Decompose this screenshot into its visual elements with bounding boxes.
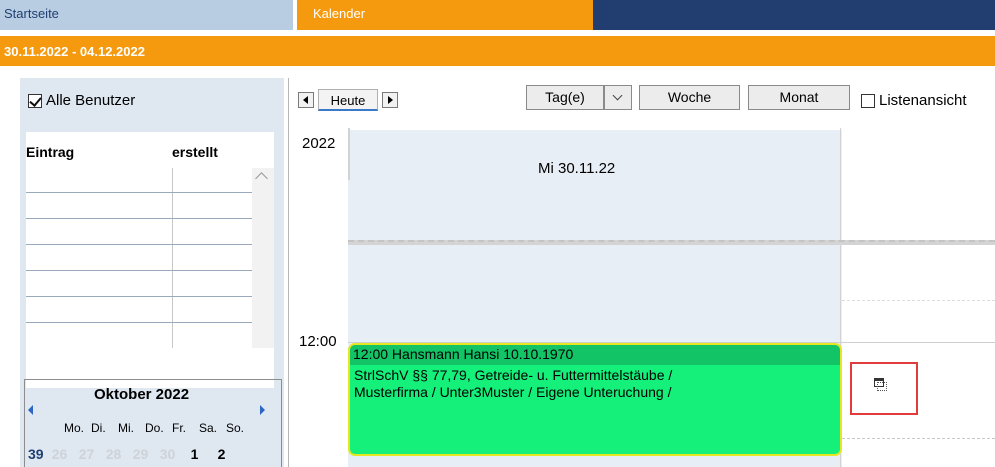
tage-dropdown-button[interactable] <box>604 85 632 110</box>
calendar-entry-icon[interactable] <box>874 378 887 391</box>
time-label: 12:00 <box>299 333 337 350</box>
calendar-day[interactable]: 29 <box>127 443 154 465</box>
weekday-label: Fr. <box>172 421 186 435</box>
all-day-separator[interactable] <box>348 240 995 245</box>
weekday-label: Sa. <box>199 421 218 435</box>
next-month-icon[interactable] <box>260 405 265 415</box>
monat-button[interactable]: Monat <box>748 85 850 110</box>
date-range-bar: 30.11.2022 - 04.12.2022 <box>0 36 995 66</box>
date-navigation: Heute <box>298 89 398 111</box>
next-arrow-icon[interactable] <box>382 92 398 108</box>
highlight-box <box>850 362 918 415</box>
entry-table: Eintrag erstellt <box>26 132 274 388</box>
week-number[interactable]: 39 <box>24 443 46 465</box>
tage-button[interactable]: Tag(e) <box>526 85 604 110</box>
appointment-title[interactable]: 12:00 Hansmann Hansi 10.10.1970 <box>350 345 840 365</box>
appointment-line: Musterfirma / Unter3Muster / Eigene Unte… <box>354 384 672 400</box>
left-panel: Alle Benutzer Eintrag erstellt Oktober 2… <box>20 78 284 467</box>
appointment-block[interactable]: 12:00 Hansmann Hansi 10.10.1970 StrlSchV… <box>348 343 842 456</box>
calendar-day[interactable]: 26 <box>46 443 73 465</box>
weekday-header-row: Mo. Di. Mi. Do. Fr. Sa. So. <box>64 421 253 435</box>
day-column-left-border <box>348 128 350 180</box>
calendar-week-row: 39 26 27 28 29 30 1 2 <box>24 443 282 467</box>
half-hour-line <box>842 438 995 439</box>
calendar-day[interactable]: 28 <box>100 443 127 465</box>
alle-benutzer-label: Alle Benutzer <box>46 92 136 109</box>
checkbox-unchecked-icon[interactable] <box>861 93 875 108</box>
mini-calendar-month: Oktober 2022 <box>94 386 190 403</box>
calendar-day[interactable]: 27 <box>73 443 100 465</box>
icon-selection-part <box>877 382 887 391</box>
top-tab-bar: Startseite Kalender <box>0 0 995 30</box>
listenansicht-label: Listenansicht <box>879 92 967 109</box>
weekday-label: Mi. <box>118 421 134 435</box>
time-grid-line <box>842 300 995 301</box>
table-row[interactable] <box>26 192 252 193</box>
day-column-top-border <box>348 128 842 130</box>
weekday-label: So. <box>226 421 245 435</box>
listenansicht-checkbox[interactable]: Listenansicht <box>861 92 967 109</box>
pane-divider[interactable] <box>288 78 289 467</box>
heute-button[interactable]: Heute <box>318 89 378 111</box>
chevron-down-icon <box>612 90 623 101</box>
table-row[interactable] <box>26 244 252 245</box>
woche-button[interactable]: Woche <box>639 85 740 110</box>
column-divider <box>172 168 173 348</box>
appointment-details[interactable]: StrlSchV §§ 77,79, Getreide- u. Futtermi… <box>354 367 834 401</box>
calendar-day[interactable]: 2 <box>208 443 235 465</box>
mini-calendar: Oktober 2022 Mo. Di. Mi. Do. Fr. Sa. So.… <box>24 379 284 467</box>
prev-month-icon[interactable] <box>28 405 33 415</box>
appointment-line: StrlSchV §§ 77,79, Getreide- u. Futtermi… <box>354 367 673 383</box>
column-header-eintrag[interactable]: Eintrag <box>26 144 74 160</box>
column-header-erstellt[interactable]: erstellt <box>172 144 218 160</box>
weekday-label: Mo. <box>64 421 85 435</box>
table-row[interactable] <box>26 270 252 271</box>
table-row[interactable] <box>26 322 252 323</box>
table-row[interactable] <box>26 296 252 297</box>
checkbox-checked-icon[interactable] <box>28 93 42 108</box>
tab-startseite[interactable]: Startseite <box>0 0 293 30</box>
scroll-up-icon[interactable] <box>255 172 268 185</box>
calendar-day[interactable]: 1 <box>181 443 208 465</box>
previous-arrow-icon[interactable] <box>298 92 314 108</box>
tab-bar-filler <box>593 0 995 30</box>
alle-benutzer-checkbox[interactable]: Alle Benutzer <box>28 92 135 109</box>
year-label: 2022 <box>302 135 336 152</box>
calendar-day[interactable]: 30 <box>154 443 181 465</box>
table-scrollbar[interactable] <box>252 168 274 348</box>
weekday-label: Do. <box>145 421 164 435</box>
tab-kalender[interactable]: Kalender <box>297 0 593 30</box>
table-row[interactable] <box>26 218 252 219</box>
day-header[interactable]: Mi 30.11.22 <box>538 160 615 177</box>
weekday-label: Di. <box>91 421 106 435</box>
